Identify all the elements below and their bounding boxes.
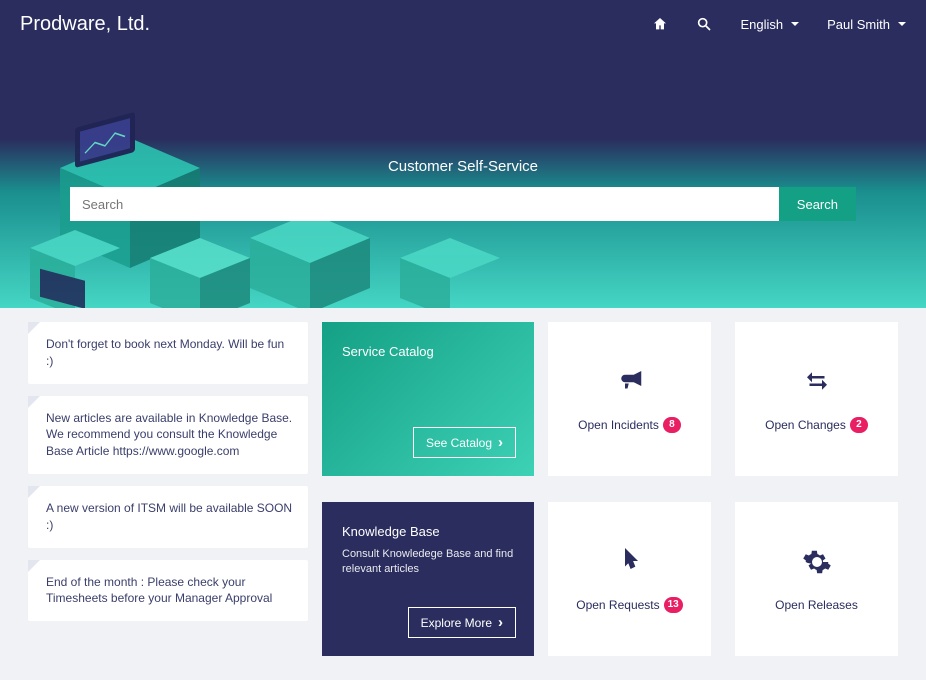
stat-label: Open Requests — [576, 598, 659, 612]
count-badge: 2 — [850, 417, 868, 433]
stats-column: Open Incidents 8 Open Changes 2 — [548, 322, 898, 656]
stats-row: Open Incidents 8 Open Changes 2 — [548, 322, 898, 476]
explore-more-button[interactable]: Explore More — [408, 607, 516, 638]
stats-row: Open Requests 13 Open Releases — [548, 502, 898, 656]
search-button[interactable]: Search — [779, 187, 856, 221]
pointer-icon — [615, 546, 645, 581]
home-icon[interactable] — [652, 16, 668, 32]
notices-column: Don't forget to book next Monday. Will b… — [28, 322, 308, 621]
user-name: Paul Smith — [827, 17, 890, 32]
card-title: Knowledge Base — [342, 524, 514, 539]
button-label: Explore More — [421, 616, 492, 630]
open-releases-card[interactable]: Open Releases — [735, 502, 898, 656]
megaphone-icon — [615, 366, 645, 401]
hero-banner: Customer Self-Service Search — [0, 48, 926, 308]
search-input[interactable] — [70, 187, 779, 221]
open-incidents-card[interactable]: Open Incidents 8 — [548, 322, 711, 476]
content: Don't forget to book next Monday. Will b… — [0, 308, 926, 670]
language-label: English — [740, 17, 783, 32]
arrows-icon — [802, 366, 832, 401]
user-menu[interactable]: Paul Smith — [827, 17, 906, 32]
stat-label-row: Open Releases — [775, 598, 858, 612]
open-requests-card[interactable]: Open Requests 13 — [548, 502, 711, 656]
chevron-right-icon — [498, 614, 503, 631]
hero-content: Customer Self-Service Search — [0, 48, 926, 221]
stat-label: Open Changes — [765, 418, 846, 432]
see-catalog-button[interactable]: See Catalog — [413, 427, 516, 458]
count-badge: 13 — [664, 597, 683, 613]
stat-label: Open Incidents — [578, 418, 659, 432]
stat-label-row: Open Requests 13 — [576, 597, 683, 613]
stat-label-row: Open Changes 2 — [765, 417, 868, 433]
notice-item: New articles are available in Knowledge … — [28, 396, 308, 474]
open-changes-card[interactable]: Open Changes 2 — [735, 322, 898, 476]
language-selector[interactable]: English — [740, 17, 799, 32]
button-label: See Catalog — [426, 436, 492, 450]
search-icon[interactable] — [696, 16, 712, 32]
service-catalog-card[interactable]: Service Catalog See Catalog — [322, 322, 534, 476]
count-badge: 8 — [663, 417, 681, 433]
brand-title: Prodware, Ltd. — [20, 13, 150, 36]
feature-column: Service Catalog See Catalog Knowledge Ba… — [322, 322, 534, 656]
notice-item: A new version of ITSM will be available … — [28, 486, 308, 548]
header-right: English Paul Smith — [652, 16, 906, 32]
header: Prodware, Ltd. English Paul Smith — [0, 0, 926, 48]
hero-title: Customer Self-Service — [0, 158, 926, 175]
chevron-right-icon — [498, 434, 503, 451]
stat-label-row: Open Incidents 8 — [578, 417, 681, 433]
notice-item: End of the month : Please check your Tim… — [28, 560, 308, 622]
card-subtitle: Consult Knowledege Base and find relevan… — [342, 547, 514, 578]
card-title: Service Catalog — [342, 344, 514, 359]
notice-item: Don't forget to book next Monday. Will b… — [28, 322, 308, 384]
knowledge-base-card[interactable]: Knowledge Base Consult Knowledege Base a… — [322, 502, 534, 656]
gear-icon — [802, 547, 832, 582]
search-row: Search — [70, 187, 856, 221]
stat-label: Open Releases — [775, 598, 858, 612]
